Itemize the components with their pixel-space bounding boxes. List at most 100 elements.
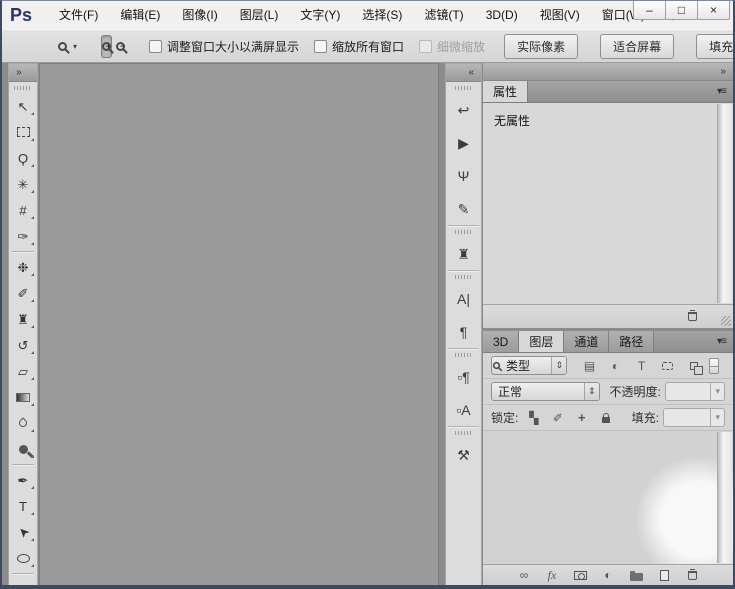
- actual-pixels-button[interactable]: 实际像素: [504, 34, 578, 59]
- menu-item[interactable]: 3D(D): [475, 1, 529, 29]
- resize-windows-to-fit-checkbox: 调整窗口大小以满屏显示: [149, 38, 299, 55]
- panel-grip[interactable]: [455, 431, 473, 435]
- zoom-in-button[interactable]: +: [101, 35, 112, 58]
- tab-layers[interactable]: 图层: [519, 331, 564, 352]
- dropdown-arrow-icon: ▾: [710, 383, 724, 400]
- lasso-tool[interactable]: Ϙ: [9, 145, 37, 171]
- filter-type-layers-icon[interactable]: T: [633, 357, 650, 374]
- panel-grip[interactable]: [14, 86, 32, 90]
- path-selection-tool[interactable]: ➤: [9, 519, 37, 545]
- menu-item[interactable]: 图像(I): [171, 1, 228, 29]
- new-layer-icon[interactable]: [657, 568, 671, 583]
- menu-item[interactable]: 选择(S): [351, 1, 413, 29]
- scrollbar-track[interactable]: [717, 104, 732, 303]
- menu-item[interactable]: 滤镜(T): [413, 1, 474, 29]
- panel-grip[interactable]: [455, 86, 473, 90]
- panel-menu-icon[interactable]: ▾≡: [717, 86, 726, 97]
- type-tool[interactable]: T: [9, 493, 37, 519]
- pen-tool[interactable]: ✒: [9, 467, 37, 493]
- lock-all-icon[interactable]: [597, 409, 614, 426]
- menu-item[interactable]: 文字(Y): [289, 1, 351, 29]
- crop-tool[interactable]: #: [9, 197, 37, 223]
- menu-item[interactable]: 文件(F): [48, 1, 109, 29]
- eyedropper-tool[interactable]: ✑: [9, 223, 37, 249]
- clone-stamp-tool[interactable]: ♜: [9, 306, 37, 332]
- lock-transparency-icon[interactable]: ▚: [525, 409, 542, 426]
- lock-position-icon[interactable]: +: [573, 409, 590, 426]
- actions-panel-icon[interactable]: ▶: [446, 126, 481, 159]
- eraser-tool[interactable]: ▱: [9, 358, 37, 384]
- filter-adjustment-layers-icon[interactable]: ◐: [607, 357, 624, 374]
- character-styles-panel-icon[interactable]: ▫A: [446, 393, 481, 426]
- layers-list[interactable]: [483, 431, 733, 564]
- fit-screen-button[interactable]: 适合屏幕: [600, 34, 674, 59]
- menu-item[interactable]: 图层(L): [229, 1, 290, 29]
- brush-panel-icon[interactable]: ✎: [446, 192, 481, 225]
- filter-toggle-switch[interactable]: [709, 358, 719, 374]
- history-panel-icon[interactable]: ↩: [446, 93, 481, 126]
- collapse-dock-icon[interactable]: »: [720, 66, 726, 77]
- new-group-icon[interactable]: [629, 568, 643, 583]
- paragraph-panel-icon[interactable]: ¶: [446, 315, 481, 348]
- resize-grip-icon[interactable]: [721, 316, 731, 326]
- paragraph-styles-panel-icon[interactable]: ▫¶: [446, 360, 481, 393]
- dodge-tool[interactable]: [9, 436, 37, 462]
- panel-grip[interactable]: [455, 353, 473, 357]
- checkbox[interactable]: [149, 40, 162, 53]
- menu-item[interactable]: 视图(V): [529, 1, 591, 29]
- canvas[interactable]: [39, 63, 439, 585]
- filter-pixel-layers-icon[interactable]: ▤: [581, 357, 598, 374]
- fill-select[interactable]: ▾: [663, 408, 725, 427]
- fill-screen-button[interactable]: 填充屏幕: [696, 34, 735, 59]
- opacity-select[interactable]: ▾: [665, 382, 725, 401]
- layers-tab-row: 3D图层通道路径 ▾≡: [483, 331, 733, 353]
- separator: [12, 573, 34, 574]
- rectangular-marquee-tool[interactable]: [9, 119, 37, 145]
- separator: [448, 270, 479, 271]
- tab-3d[interactable]: 3D: [483, 331, 519, 352]
- trash-icon[interactable]: [688, 312, 697, 321]
- brush-tool[interactable]: ✐: [9, 280, 37, 306]
- tool-presets-panel-icon[interactable]: ⚒: [446, 438, 481, 471]
- expand-panels-icon[interactable]: «: [468, 67, 474, 78]
- spot-healing-brush-tool[interactable]: ❉: [9, 254, 37, 280]
- character-panel-icon[interactable]: A|: [446, 282, 481, 315]
- add-layer-mask-icon[interactable]: [573, 568, 587, 583]
- hand-tool[interactable]: ɯ: [9, 576, 37, 589]
- lock-pixels-icon[interactable]: ✐: [549, 409, 566, 426]
- panel-grip[interactable]: [455, 230, 473, 234]
- new-adjustment-layer-icon[interactable]: ◐: [601, 568, 615, 583]
- gradient-tool[interactable]: [9, 384, 37, 410]
- tab-paths[interactable]: 路径: [609, 331, 654, 352]
- zoom-out-icon: −: [116, 42, 125, 51]
- menu-item[interactable]: 编辑(E): [109, 1, 171, 29]
- zoom-tool-preset[interactable]: ▾: [54, 40, 81, 53]
- move-tool[interactable]: ↖: [9, 93, 37, 119]
- magic-wand-tool[interactable]: ✳: [9, 171, 37, 197]
- scrollbar-track[interactable]: [717, 432, 732, 563]
- maximize-button[interactable]: □: [665, 1, 698, 20]
- tab-properties[interactable]: 属性: [483, 81, 528, 102]
- panel-grip[interactable]: [455, 275, 473, 279]
- panel-menu-icon[interactable]: ▾≡: [717, 336, 726, 347]
- delete-layer-icon[interactable]: [685, 568, 699, 583]
- magnifier-icon: [58, 42, 67, 51]
- tab-channels[interactable]: 通道: [564, 331, 609, 352]
- checkbox[interactable]: [419, 40, 432, 53]
- clone-source-panel-icon[interactable]: ♜: [446, 237, 481, 270]
- filter-smart-objects-icon[interactable]: [685, 357, 702, 374]
- ellipse-shape-tool[interactable]: [9, 545, 37, 571]
- link-layers-icon[interactable]: ∞: [517, 568, 531, 583]
- filter-type-select[interactable]: 类型 ⇕: [491, 356, 567, 375]
- minimize-button[interactable]: –: [633, 1, 666, 20]
- checkbox[interactable]: [314, 40, 327, 53]
- blur-tool[interactable]: [9, 410, 37, 436]
- zoom-out-button[interactable]: −: [116, 35, 125, 58]
- brush-presets-panel-icon[interactable]: Ψ: [446, 159, 481, 192]
- layer-style-icon[interactable]: fx: [545, 568, 559, 583]
- blend-mode-select[interactable]: 正常 ⇕: [491, 382, 600, 401]
- filter-shape-layers-icon[interactable]: [659, 357, 676, 374]
- history-brush-tool[interactable]: ↺: [9, 332, 37, 358]
- close-button[interactable]: ×: [697, 1, 730, 20]
- collapse-tools-icon[interactable]: »: [16, 67, 22, 78]
